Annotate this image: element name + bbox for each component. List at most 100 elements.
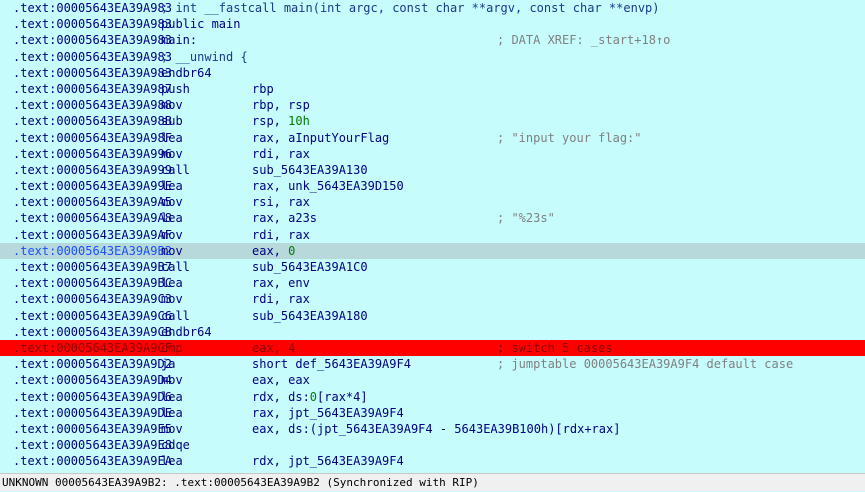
- instruction-mnemonic[interactable]: mov: [161, 97, 183, 113]
- instruction-mnemonic[interactable]: endbr64: [161, 324, 212, 340]
- instruction-operands[interactable]: sub_5643EA39A130: [252, 162, 368, 178]
- instruction-mnemonic[interactable]: cmp: [161, 340, 183, 356]
- line-address[interactable]: .text:00005643EA39A9DE: [13, 405, 172, 421]
- operand-text[interactable]: rbp: [252, 82, 274, 96]
- disasm-line[interactable]: .text:00005643EA39A9D4 mov eax, eax: [0, 372, 865, 388]
- instruction-operands[interactable]: rbp, rsp: [252, 97, 310, 113]
- instruction-operands[interactable]: sub_5643EA39A180: [252, 308, 368, 324]
- instruction-mnemonic[interactable]: lea: [161, 275, 183, 291]
- disasm-line[interactable]: .text:00005643EA39A983; int __fastcall m…: [0, 0, 865, 16]
- instruction-operands[interactable]: eax, ds:(jpt_5643EA39A9F4 - 5643EA39B100…: [252, 421, 620, 437]
- operand-text[interactable]: rax, aInputYourFlag: [252, 131, 389, 145]
- operand-text[interactable]: sub_5643EA39A1C0: [252, 260, 368, 274]
- instruction-operands[interactable]: eax, 4: [252, 340, 295, 356]
- instruction-operands[interactable]: rdx, jpt_5643EA39A9F4: [252, 453, 404, 469]
- disasm-line[interactable]: .text:00005643EA39A98B sub rsp, 10h: [0, 113, 865, 129]
- line-address[interactable]: .text:00005643EA39A98F: [13, 130, 172, 146]
- disasm-line[interactable]: .text:00005643EA39A9EA lea rdx, jpt_5643EA…: [0, 453, 865, 469]
- line-address[interactable]: .text:00005643EA39A9CB: [13, 324, 172, 340]
- line-address[interactable]: .text:00005643EA39A987: [13, 81, 172, 97]
- disasm-line[interactable]: .text:00005643EA39A9CB endbr64: [0, 324, 865, 340]
- operand-text[interactable]: rdi, rax: [252, 292, 310, 306]
- instruction-operands[interactable]: rax, env: [252, 275, 310, 291]
- line-comment[interactable]: ; DATA XREF: _start+18↑o: [497, 32, 670, 48]
- instruction-mnemonic[interactable]: lea: [161, 210, 183, 226]
- line-address[interactable]: .text:00005643EA39A9E5: [13, 421, 172, 437]
- line-address[interactable]: .text:00005643EA39A9C6: [13, 308, 172, 324]
- instruction-operands[interactable]: short def_5643EA39A9F4: [252, 356, 411, 372]
- disasm-line[interactable]: .text:00005643EA39A9B7 call sub_5643EA39A1…: [0, 259, 865, 275]
- instruction-operands[interactable]: rax, unk_5643EA39D150: [252, 178, 404, 194]
- line-comment[interactable]: ; "input your flag:": [497, 130, 642, 146]
- disasm-line[interactable]: .text:00005643EA39A9C3 mov rdi, rax: [0, 291, 865, 307]
- instruction-operands[interactable]: rdi, rax: [252, 146, 310, 162]
- instruction-mnemonic[interactable]: push: [161, 81, 190, 97]
- operand-text[interactable]: rbp, rsp: [252, 98, 310, 112]
- operand-text[interactable]: eax,: [252, 341, 288, 355]
- disasm-line[interactable]: .text:00005643EA39A983; __unwind {: [0, 49, 865, 65]
- disasm-line[interactable]: .text:00005643EA39A983 endbr64: [0, 65, 865, 81]
- operand-text[interactable]: rsp,: [252, 114, 288, 128]
- instruction-mnemonic[interactable]: lea: [161, 178, 183, 194]
- line-directive[interactable]: ; __unwind {: [161, 49, 248, 65]
- disasm-line[interactable]: .text:00005643EA39A9A5 mov rsi, rax: [0, 194, 865, 210]
- line-address[interactable]: .text:00005643EA39A988: [13, 97, 172, 113]
- operand-text[interactable]: rax, a23s: [252, 211, 317, 225]
- instruction-mnemonic[interactable]: mov: [161, 372, 183, 388]
- operand-text[interactable]: [rax*4]: [317, 390, 368, 404]
- line-address[interactable]: .text:00005643EA39A99E: [13, 178, 172, 194]
- operand-text[interactable]: rdx, ds:: [252, 390, 310, 404]
- line-address[interactable]: .text:00005643EA39A983: [13, 16, 172, 32]
- line-comment[interactable]: ; jumptable 00005643EA39A9F4 default cas…: [497, 356, 793, 372]
- instruction-mnemonic[interactable]: mov: [161, 227, 183, 243]
- instruction-mnemonic[interactable]: call: [161, 259, 190, 275]
- line-comment[interactable]: ; switch 5 cases: [497, 340, 613, 356]
- operand-text[interactable]: rsi, rax: [252, 195, 310, 209]
- instruction-operands[interactable]: sub_5643EA39A1C0: [252, 259, 368, 275]
- instruction-operands[interactable]: rdx, ds:0[rax*4]: [252, 389, 368, 405]
- line-address[interactable]: .text:00005643EA39A983: [13, 0, 172, 16]
- instruction-operands[interactable]: rdi, rax: [252, 291, 310, 307]
- line-address[interactable]: .text:00005643EA39A9BC: [13, 275, 172, 291]
- line-address[interactable]: .text:00005643EA39A983: [13, 32, 172, 48]
- line-address[interactable]: .text:00005643EA39A9C3: [13, 291, 172, 307]
- instruction-mnemonic[interactable]: lea: [161, 130, 183, 146]
- instruction-operands[interactable]: rdi, rax: [252, 227, 310, 243]
- instruction-mnemonic[interactable]: mov: [161, 243, 183, 259]
- instruction-mnemonic[interactable]: mov: [161, 291, 183, 307]
- instruction-mnemonic[interactable]: call: [161, 162, 190, 178]
- disasm-line[interactable]: .text:00005643EA39A999 call sub_5643EA39A1…: [0, 162, 865, 178]
- instruction-operands[interactable]: eax, eax: [252, 372, 310, 388]
- instruction-mnemonic[interactable]: ja: [161, 356, 175, 372]
- disasm-line[interactable]: .text:00005643EA39A988 mov rbp, rsp: [0, 97, 865, 113]
- instruction-operands[interactable]: rsi, rax: [252, 194, 310, 210]
- disasm-line[interactable]: .text:00005643EA39A987 push rbp: [0, 81, 865, 97]
- operand-text[interactable]: rdx, jpt_5643EA39A9F4: [252, 454, 404, 468]
- instruction-mnemonic[interactable]: mov: [161, 146, 183, 162]
- instruction-mnemonic[interactable]: lea: [161, 389, 183, 405]
- disasm-line[interactable]: .text:00005643EA39A9D6 lea rdx, ds:0[rax*4…: [0, 389, 865, 405]
- instruction-mnemonic[interactable]: mov: [161, 194, 183, 210]
- line-directive[interactable]: ; int __fastcall main(int argc, const ch…: [161, 0, 660, 16]
- operand-text[interactable]: eax, eax: [252, 373, 310, 387]
- disasm-line[interactable]: .text:00005643EA39A996 mov rdi, rax: [0, 146, 865, 162]
- disasm-line[interactable]: .text:00005643EA39A9DE lea rax, jpt_5643EA…: [0, 405, 865, 421]
- operand-immediate[interactable]: 4: [288, 341, 295, 355]
- instruction-operands[interactable]: rbp: [252, 81, 274, 97]
- instruction-mnemonic[interactable]: endbr64: [161, 65, 212, 81]
- instruction-mnemonic[interactable]: sub: [161, 113, 183, 129]
- operand-text[interactable]: rdi, rax: [252, 228, 310, 242]
- operand-text[interactable]: rax, jpt_5643EA39A9F4: [252, 406, 404, 420]
- current-line[interactable]: .text:00005643EA39A9B2 mov eax, 0: [0, 242, 865, 259]
- line-directive[interactable]: public main: [161, 16, 240, 32]
- operand-text[interactable]: sub_5643EA39A130: [252, 163, 368, 177]
- instruction-mnemonic[interactable]: mov: [161, 421, 183, 437]
- operand-immediate[interactable]: 0: [310, 390, 317, 404]
- line-address[interactable]: .text:00005643EA39A983: [13, 49, 172, 65]
- disasm-line[interactable]: .text:00005643EA39A9D2 ja short def_5643EA…: [0, 356, 865, 372]
- line-address[interactable]: .text:00005643EA39A98B: [13, 113, 172, 129]
- operand-immediate[interactable]: 0: [288, 244, 295, 258]
- disasm-line[interactable]: .text:00005643EA39A9C6 call sub_5643EA39A1…: [0, 308, 865, 324]
- operand-text[interactable]: rax, unk_5643EA39D150: [252, 179, 404, 193]
- operand-text[interactable]: sub_5643EA39A180: [252, 309, 368, 323]
